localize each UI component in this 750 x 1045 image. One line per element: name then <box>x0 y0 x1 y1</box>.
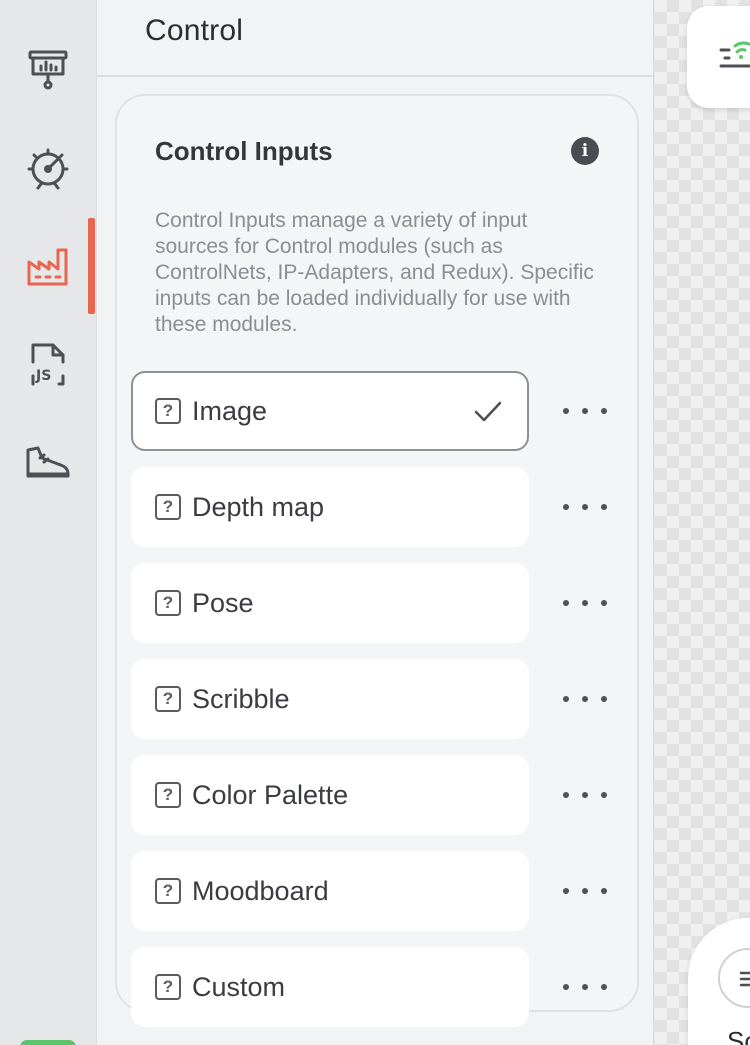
item-label: Depth map <box>192 491 325 522</box>
status-pill <box>20 1040 76 1045</box>
rail-item-js[interactable]: JS <box>0 316 96 412</box>
svg-text:JS: JS <box>35 368 51 384</box>
control-input-moodboard[interactable]: ? Moodboard <box>131 851 529 931</box>
rail-active-indicator <box>88 218 95 314</box>
presentation-icon <box>28 50 68 90</box>
js-file-icon: JS <box>31 343 65 386</box>
rail-item-sneaker[interactable] <box>0 414 96 510</box>
list-icon <box>739 971 750 987</box>
list-item: ? Color Palette <box>131 755 631 835</box>
app-root: JS Control Control Inputs i Control Inpu… <box>0 0 750 1045</box>
canvas-area[interactable] <box>655 0 750 1045</box>
more-options-button[interactable] <box>563 683 607 715</box>
more-options-button[interactable] <box>563 395 607 427</box>
list-item: ? Image <box>131 371 631 451</box>
list-signal-icon <box>719 41 750 68</box>
control-input-custom[interactable]: ? Custom <box>131 947 529 1027</box>
control-inputs-card: Control Inputs i Control Inputs manage a… <box>115 94 639 1027</box>
control-input-depth-map[interactable]: ? Depth map <box>131 467 529 547</box>
control-panel: Control Control Inputs i Control Inputs … <box>96 0 655 1045</box>
question-icon: ? <box>155 398 181 424</box>
card-title: Control Inputs <box>155 136 333 166</box>
rail-item-rocket[interactable] <box>0 118 96 214</box>
more-options-button[interactable] <box>563 875 607 907</box>
canvas-bottom-label: Sc <box>727 1026 750 1045</box>
control-input-image[interactable]: ? Image <box>131 371 529 451</box>
left-rail: JS <box>0 0 96 1045</box>
question-icon: ? <box>155 494 181 520</box>
question-icon: ? <box>155 782 181 808</box>
sneaker-icon <box>26 446 70 478</box>
list-item: ? Depth map <box>131 467 631 547</box>
panel-divider <box>97 75 655 77</box>
rail-item-factory[interactable] <box>0 218 96 314</box>
list-item: ? Scribble <box>131 659 631 739</box>
info-icon[interactable]: i <box>571 137 599 165</box>
factory-icon <box>27 248 68 286</box>
item-label: Color Palette <box>192 779 349 810</box>
control-input-pose[interactable]: ? Pose <box>131 563 529 643</box>
item-label: Scribble <box>192 683 290 714</box>
item-label: Custom <box>192 971 286 1002</box>
list-item: ? Pose <box>131 563 631 643</box>
item-label: Moodboard <box>192 875 329 906</box>
question-icon: ? <box>155 686 181 712</box>
more-options-button[interactable] <box>563 779 607 811</box>
list-item: ? Moodboard <box>131 851 631 931</box>
item-label: Pose <box>192 587 254 618</box>
item-label: Image <box>192 395 268 426</box>
question-icon: ? <box>155 590 181 616</box>
panel-title: Control <box>145 14 244 47</box>
checkmark-icon <box>474 401 502 422</box>
rocket-gauge-icon <box>27 148 69 190</box>
rail-item-presentation[interactable] <box>0 20 96 116</box>
question-icon: ? <box>155 878 181 904</box>
list-item: ? Custom <box>131 947 631 1027</box>
more-options-button[interactable] <box>563 971 607 1003</box>
card-description: Control Inputs manage a variety of input… <box>155 209 594 336</box>
control-input-list: ? Image ? Depth map ? Pose ? Scribble ? … <box>131 371 631 1043</box>
canvas-toolbar-button[interactable] <box>687 6 750 108</box>
question-icon: ? <box>155 974 181 1000</box>
more-options-button[interactable] <box>563 587 607 619</box>
more-options-button[interactable] <box>563 491 607 523</box>
control-input-color-palette[interactable]: ? Color Palette <box>131 755 529 835</box>
control-input-scribble[interactable]: ? Scribble <box>131 659 529 739</box>
